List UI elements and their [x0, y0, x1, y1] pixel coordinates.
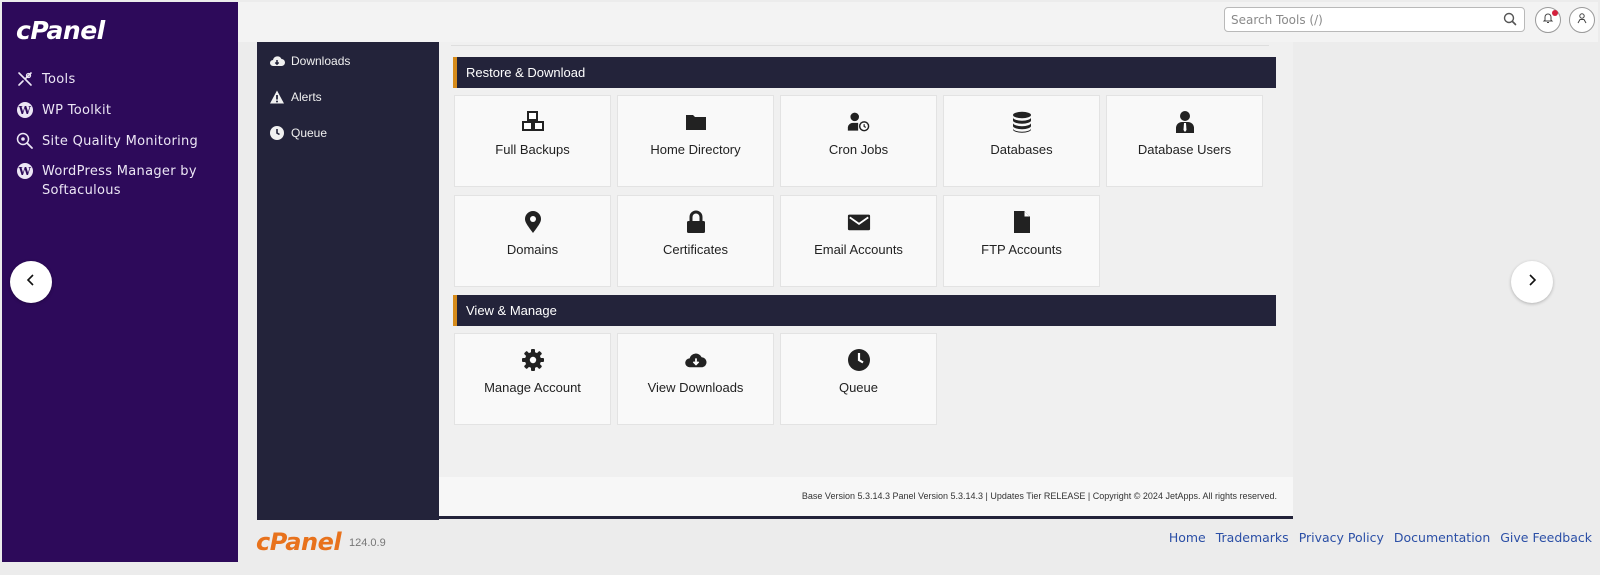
sidebar-item-wordpress-manager[interactable]: W WordPress Manager by Softaculous [16, 162, 202, 200]
footer-link-documentation[interactable]: Documentation [1394, 530, 1490, 545]
tile-queue[interactable]: Queue [780, 333, 937, 425]
plugin-nav: Downloads Alerts Queue [257, 42, 439, 520]
nav-item-queue[interactable]: Queue [269, 125, 327, 141]
tile-ftp-accounts[interactable]: FTP Accounts [943, 195, 1100, 287]
sidebar-item-label: Site Quality Monitoring [42, 134, 199, 149]
nav-item-downloads[interactable]: Downloads [269, 53, 350, 69]
sidebar-item-label: Tools [42, 72, 76, 87]
cubes-icon [521, 110, 545, 134]
tile-cron-jobs[interactable]: Cron Jobs [780, 95, 937, 187]
map-marker-icon [521, 210, 545, 234]
tile-home-directory[interactable]: Home Directory [617, 95, 774, 187]
top-bar: Search Tools (/) [238, 2, 1598, 42]
warning-icon [269, 89, 285, 105]
nav-item-label: Alerts [291, 90, 322, 104]
chevron-left-icon [24, 273, 38, 292]
cpanel-version: 124.0.9 [349, 537, 386, 549]
lock-icon [684, 210, 708, 234]
user-icon [1576, 11, 1588, 29]
tile-label: Databases [990, 142, 1053, 157]
tools-icon [16, 70, 34, 88]
nav-item-label: Downloads [291, 54, 351, 68]
plugin-version-footer: Base Version 5.3.14.3 Panel Version 5.3.… [439, 477, 1293, 518]
main-content: Restore & Download Full Backups Home Dir… [439, 42, 1293, 518]
tile-database-users[interactable]: Database Users [1106, 95, 1263, 187]
chevron-right-icon [1525, 273, 1539, 292]
cloud-download-icon [684, 348, 708, 372]
footer-divider [257, 516, 1293, 519]
file-icon [1010, 210, 1034, 234]
tile-label: Full Backups [495, 142, 570, 157]
tile-databases[interactable]: Databases [943, 95, 1100, 187]
tile-label: Cron Jobs [828, 142, 889, 157]
nav-item-label: Queue [291, 126, 328, 140]
footer-link-give-feedback[interactable]: Give Feedback [1500, 530, 1592, 545]
tile-label: Email Accounts [814, 242, 903, 257]
notifications-button[interactable] [1535, 7, 1561, 33]
tile-view-downloads[interactable]: View Downloads [617, 333, 774, 425]
scrolled-tiles-remnant [451, 42, 1269, 46]
folder-icon [684, 110, 708, 134]
next-slide-button[interactable] [1511, 261, 1553, 303]
nav-item-alerts[interactable]: Alerts [269, 89, 322, 105]
search-input[interactable]: Search Tools (/) [1224, 7, 1525, 32]
notification-dot [1552, 10, 1558, 16]
search-gear-icon [16, 132, 34, 150]
sidebar-item-site-quality[interactable]: Site Quality Monitoring [16, 132, 202, 151]
footer-link-trademarks[interactable]: Trademarks [1216, 530, 1289, 545]
tile-certificates[interactable]: Certificates [617, 195, 774, 287]
tile-label: View Downloads [647, 380, 744, 395]
cpanel-footer-logo[interactable]: cPanel [256, 528, 342, 556]
svg-text:W: W [18, 165, 32, 178]
footer-link-home[interactable]: Home [1169, 530, 1206, 545]
cloud-download-icon [269, 53, 285, 69]
svg-text:W: W [18, 104, 32, 117]
footer-link-privacy-policy[interactable]: Privacy Policy [1299, 530, 1384, 545]
footer-links: Home Trademarks Privacy Policy Documenta… [1169, 530, 1592, 545]
section-header-view-manage: View & Manage [453, 295, 1276, 326]
tile-label: Home Directory [650, 142, 741, 157]
sidebar-item-wp-toolkit[interactable]: W WP Toolkit [16, 101, 202, 120]
user-clock-icon [847, 110, 871, 134]
sidebar-item-label: WP Toolkit [42, 103, 112, 118]
clock-icon [269, 125, 285, 141]
search-placeholder: Search Tools (/) [1231, 13, 1323, 27]
tile-label: Domains [506, 242, 559, 257]
tile-label: Database Users [1137, 142, 1232, 157]
tile-email-accounts[interactable]: Email Accounts [780, 195, 937, 287]
search-icon[interactable] [1502, 11, 1518, 27]
tile-manage-account[interactable]: Manage Account [454, 333, 611, 425]
database-icon [1010, 110, 1034, 134]
tile-label: FTP Accounts [981, 242, 1062, 257]
previous-slide-button[interactable] [10, 261, 52, 303]
cog-icon [521, 348, 545, 372]
tile-label: Queue [838, 380, 879, 395]
envelope-icon [847, 210, 871, 234]
section-header-restore-download: Restore & Download [453, 57, 1276, 88]
user-tie-icon [1173, 110, 1197, 134]
cpanel-logo[interactable]: cPanel [16, 16, 105, 45]
tile-full-backups[interactable]: Full Backups [454, 95, 611, 187]
wordpress-icon: W [16, 101, 34, 119]
clock-icon [847, 348, 871, 372]
tile-domains[interactable]: Domains [454, 195, 611, 287]
tile-label: Manage Account [484, 380, 581, 395]
user-menu-button[interactable] [1569, 7, 1595, 33]
sidebar-item-label: WordPress Manager by Softaculous [42, 164, 197, 198]
wordpress-icon: W [16, 162, 34, 180]
tile-label: Certificates [662, 242, 729, 257]
sidebar-item-tools[interactable]: Tools [16, 70, 202, 89]
